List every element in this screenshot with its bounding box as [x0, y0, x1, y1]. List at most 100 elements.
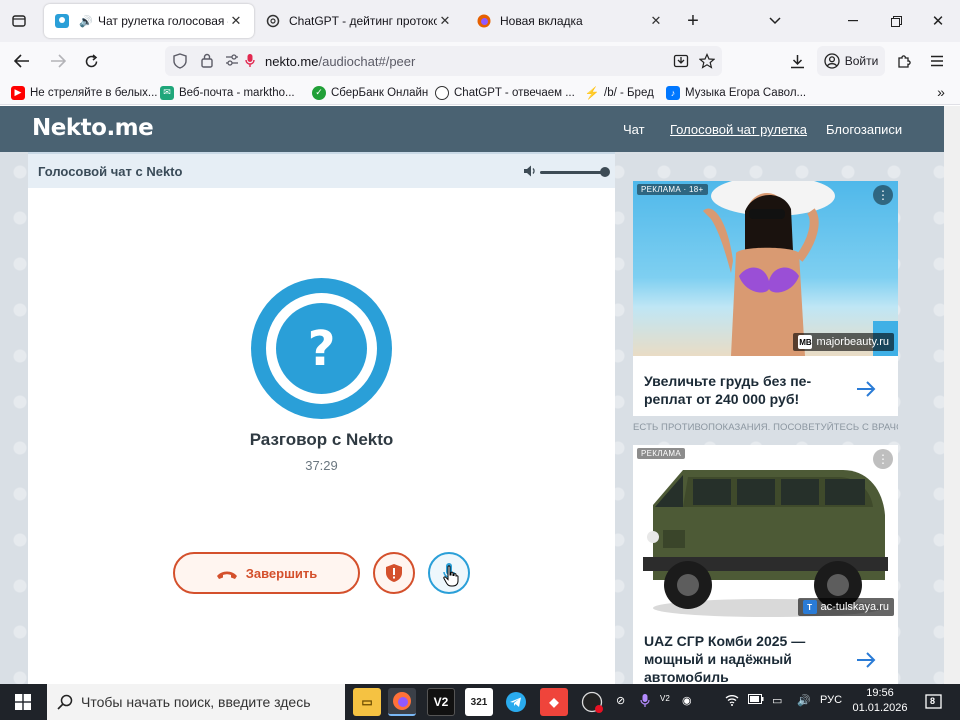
tracking-shield-icon[interactable] — [173, 53, 189, 69]
ad-arrow-right-icon[interactable] — [854, 648, 878, 672]
v2ray-icon[interactable]: V2 — [427, 688, 455, 716]
lock-icon[interactable] — [201, 53, 215, 69]
site-permissions-icon[interactable] — [225, 54, 239, 68]
close-tab-icon[interactable]: ✕ — [648, 13, 664, 29]
bookmark-item[interactable]: ✉ Веб-почта - markthо... — [160, 84, 295, 101]
tray-v2ray-icon[interactable]: V2 — [660, 694, 670, 703]
close-tab-icon[interactable]: ✕ — [437, 13, 453, 29]
youtube-icon: ▶ — [11, 85, 25, 100]
report-button[interactable] — [373, 552, 415, 594]
tab-overview-icon[interactable] — [8, 10, 30, 32]
notifications-icon[interactable]: 8 — [920, 688, 948, 716]
ad-headline-line: автомобиль — [644, 669, 729, 684]
question-mark-icon: ? — [276, 303, 367, 394]
tray-app-icon[interactable]: ⊘ — [616, 694, 625, 707]
telegram-icon[interactable] — [502, 688, 530, 716]
tray-obs-icon[interactable]: ◉ — [682, 694, 692, 707]
close-tab-icon[interactable]: ✕ — [228, 13, 244, 29]
ad-card-uaz[interactable]: РЕКЛАМА ⋮ T ac-tulskaya.ru UAZ СГР Комби… — [633, 445, 898, 684]
call-timer: 37:29 — [305, 458, 338, 473]
tray-battery-icon[interactable] — [748, 694, 764, 707]
page-viewport: Nekto.me Чат Голосовой чат рулетка Блого… — [0, 106, 944, 684]
tab-nekto[interactable]: 🔊 Чат рулетка голосовая — ✕ — [44, 4, 254, 38]
ad-arrow-right-icon[interactable] — [854, 377, 878, 401]
ad-label: РЕКЛАМА · 18+ — [637, 184, 708, 195]
obs-recorder-icon[interactable] — [578, 688, 606, 716]
site-logo[interactable]: Nekto.me — [32, 115, 154, 141]
anydesk-icon[interactable]: ◆ — [540, 688, 568, 716]
ad-headline-line: Увеличьте грудь без пе- — [644, 373, 812, 389]
tray-microphone-icon[interactable] — [640, 694, 650, 711]
minimize-window-icon[interactable] — [842, 10, 864, 32]
ad-label: РЕКЛАМА — [637, 448, 686, 459]
url-text[interactable]: nekto.me/audiochat#/peer — [265, 54, 415, 69]
ad-headline-line: UAZ СГР Комби 2025 — — [644, 633, 806, 649]
nav-link-chat[interactable]: Чат — [623, 122, 645, 137]
forward-arrow-icon[interactable] — [46, 50, 70, 72]
volume-slider-handle[interactable] — [600, 167, 610, 177]
bookmark-label: СберБанк Онлайн — [331, 86, 429, 99]
tab-chatgpt[interactable]: ChatGPT - дейтинг протокол ✕ — [255, 4, 463, 38]
mouse-hand-cursor-icon — [443, 565, 459, 587]
bookmark-star-icon[interactable] — [699, 53, 715, 69]
firefox-taskbar-icon[interactable] — [388, 688, 416, 716]
back-arrow-icon[interactable] — [10, 50, 34, 72]
microphone-in-use-icon[interactable] — [245, 53, 257, 69]
volume-slider-track[interactable] — [540, 171, 606, 174]
end-call-button[interactable]: Завершить — [173, 552, 360, 594]
tray-volume-icon[interactable]: 🔊 — [797, 694, 811, 707]
call-title: Разговор с Nekto — [249, 430, 394, 449]
chatgpt-favicon-icon — [265, 13, 281, 29]
ad-options-icon[interactable]: ⋮ — [873, 449, 893, 469]
url-host: nekto.me — [265, 53, 319, 69]
signin-button[interactable]: Войти — [817, 46, 885, 76]
app-menu-hamburger-icon[interactable] — [926, 50, 948, 72]
language-indicator[interactable]: РУС — [820, 694, 842, 706]
bookmark-item[interactable]: ▶ Не стреляйте в белых... — [11, 84, 158, 101]
nav-link-voice-roulette[interactable]: Голосовой чат рулетка — [670, 122, 807, 137]
taskbar-clock[interactable]: 19:56 01.01.2026 — [848, 686, 912, 716]
bookmark-item[interactable]: ChatGPT - отвечаем ... — [435, 84, 575, 101]
ad-source[interactable]: MB majorbeauty.ru — [793, 333, 894, 351]
peer-avatar: ? — [251, 278, 392, 419]
close-window-icon[interactable]: ✕ — [927, 10, 949, 32]
tray-network-icon[interactable]: ▭ — [772, 694, 782, 707]
bookmark-item[interactable]: ✓ СберБанк Онлайн — [312, 84, 428, 101]
address-bar[interactable]: nekto.me/audiochat#/peer — [165, 46, 722, 76]
extensions-puzzle-icon[interactable] — [893, 50, 915, 72]
downloads-icon[interactable] — [786, 50, 808, 72]
bookmark-item[interactable]: ♪ Музыка Егора Савол... — [666, 84, 806, 101]
ad-disclaimer: ЕСТЬ ПРОТИВОПОКАЗАНИЯ. ПОСОВЕТУЙТЕСЬ С В… — [633, 422, 898, 433]
windows-start-icon[interactable] — [9, 688, 37, 716]
account-icon — [824, 53, 840, 69]
taskbar-search-box[interactable]: Чтобы начать поиск, введите здесь — [47, 684, 345, 720]
tab-new[interactable]: Новая вкладка ✕ — [466, 4, 674, 38]
reload-icon[interactable] — [79, 50, 103, 72]
bookmark-item[interactable]: ⚡ /b/ - Бред — [585, 84, 654, 101]
speaker-playing-icon[interactable]: 🔊 — [78, 13, 94, 29]
reader-view-icon[interactable] — [673, 53, 689, 69]
more-bookmarks-chevron-icon[interactable]: » — [932, 83, 950, 101]
volume-icon[interactable] — [523, 164, 537, 178]
ad-headline[interactable]: UAZ СГР Комби 2025 — мощный и надёжный а… — [644, 632, 805, 684]
windows-taskbar: Чтобы начать поиск, введите здесь ▭ V2 3… — [0, 684, 960, 720]
ad-headline[interactable]: Увеличьте грудь без пе- реплат от 240 00… — [644, 372, 811, 408]
calendar-app-icon[interactable]: 321 — [465, 688, 493, 716]
nav-link-blog[interactable]: Блогозаписи — [826, 122, 902, 137]
tray-wifi-icon[interactable] — [725, 694, 739, 709]
ad-image[interactable]: РЕКЛАМА ⋮ T ac-tulskaya.ru — [633, 445, 898, 620]
search-icon — [57, 694, 73, 710]
ad-source[interactable]: T ac-tulskaya.ru — [797, 598, 894, 616]
file-explorer-icon[interactable]: ▭ — [353, 688, 381, 716]
ad-image[interactable]: РЕКЛАМА · 18+ ⋮ MB majorbeauty.ru — [633, 181, 898, 356]
ad-card-beauty[interactable]: РЕКЛАМА · 18+ ⋮ MB majorbeauty.ru Увелич… — [633, 181, 898, 416]
nekto-favicon-icon — [54, 13, 70, 29]
list-tabs-chevron-down-icon[interactable] — [764, 10, 786, 32]
ad-source-icon: MB — [798, 335, 813, 349]
voice-chat-panel: Голосовой чат с Nekto ? Разговор с Nekto… — [28, 152, 615, 684]
restore-window-icon[interactable] — [885, 10, 907, 32]
signin-label: Войти — [844, 54, 879, 68]
ad-options-icon[interactable]: ⋮ — [873, 185, 893, 205]
new-tab-icon[interactable]: + — [682, 10, 704, 32]
page-scrollbar[interactable] — [944, 106, 960, 684]
